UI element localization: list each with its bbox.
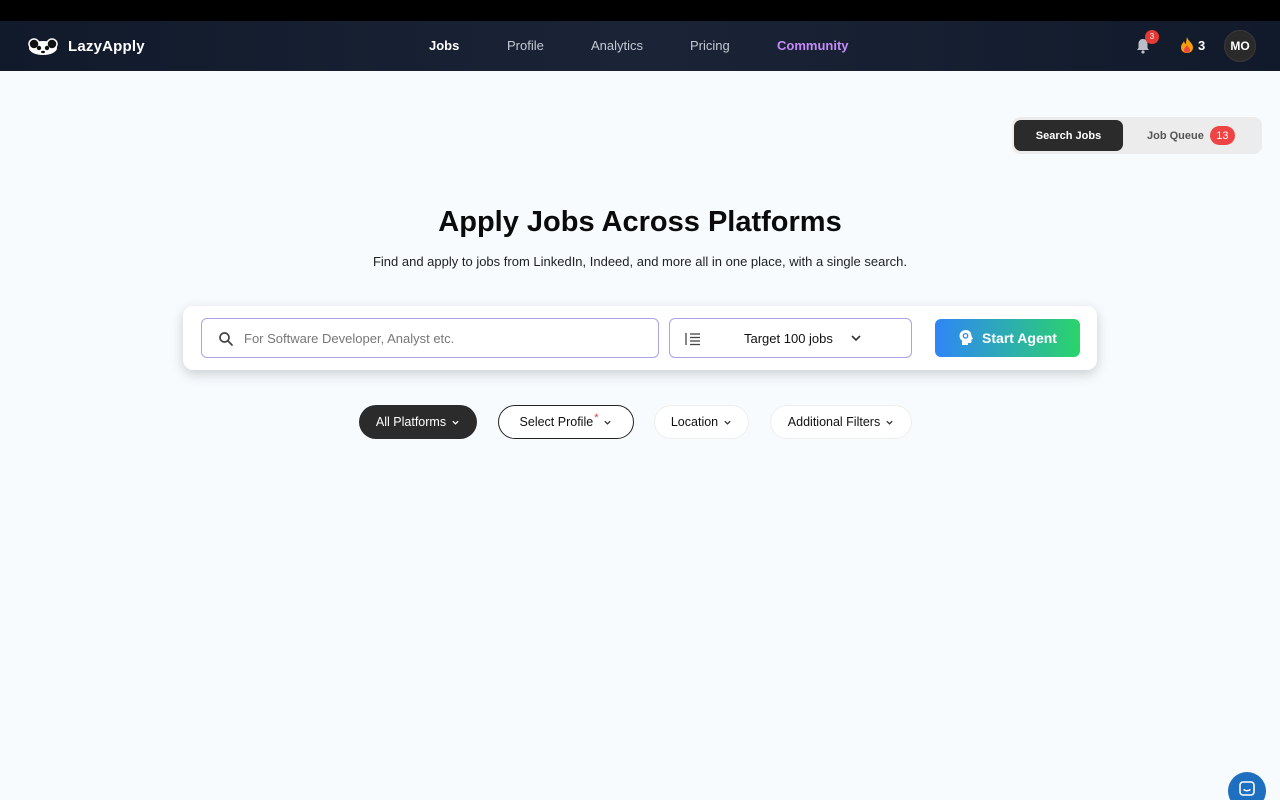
system-top-bar xyxy=(0,0,1280,21)
nav-jobs[interactable]: Jobs xyxy=(429,38,459,53)
start-agent-label: Start Agent xyxy=(982,330,1057,346)
chevron-down-icon xyxy=(724,420,731,425)
search-field xyxy=(201,318,659,358)
chevron-down-icon xyxy=(851,335,861,342)
start-agent-button[interactable]: Start Agent xyxy=(935,319,1080,357)
required-mark: * xyxy=(594,412,599,424)
brain-icon xyxy=(959,330,974,345)
notification-badge: 3 xyxy=(1145,30,1159,44)
list-icon xyxy=(685,333,700,346)
additional-filters[interactable]: Additional Filters xyxy=(770,405,912,439)
chat-support-button[interactable] xyxy=(1228,772,1266,800)
nav-profile[interactable]: Profile xyxy=(507,38,544,53)
nav-analytics[interactable]: Analytics xyxy=(591,38,643,53)
nav-community[interactable]: Community xyxy=(777,38,849,53)
view-toggle: Search Jobs Job Queue 13 xyxy=(1012,117,1262,154)
streak-counter[interactable]: 3 xyxy=(1179,36,1205,54)
search-card: Target 100 jobs Start Agent xyxy=(183,306,1097,370)
job-queue-count-badge: 13 xyxy=(1209,126,1235,145)
chat-icon xyxy=(1239,781,1255,796)
job-queue-label: Job Queue xyxy=(1147,129,1204,142)
page-title: Apply Jobs Across Platforms xyxy=(438,206,842,238)
job-search-input[interactable] xyxy=(244,321,644,355)
platforms-filter-label: All Platforms xyxy=(375,415,447,429)
nav-links: Jobs Profile Analytics Pricing Community xyxy=(0,21,1280,71)
top-navbar: LazyApply Jobs Profile Analytics Pricing… xyxy=(0,21,1280,71)
location-filter[interactable]: Location xyxy=(654,405,749,439)
additional-filters-label: Additional Filters xyxy=(787,415,881,429)
streak-count: 3 xyxy=(1198,37,1206,53)
job-queue-tab[interactable]: Job Queue 13 xyxy=(1137,120,1257,151)
chevron-down-icon xyxy=(452,420,459,425)
chevron-down-icon xyxy=(604,420,612,425)
nav-pricing[interactable]: Pricing xyxy=(690,38,730,53)
profile-filter-label: Select Profile xyxy=(519,415,594,429)
page-subtitle: Find and apply to jobs from LinkedIn, In… xyxy=(372,254,908,269)
platforms-filter[interactable]: All Platforms xyxy=(359,405,477,439)
target-jobs-label: Target 100 jobs xyxy=(744,331,833,346)
search-icon xyxy=(219,332,233,346)
flame-icon xyxy=(1181,37,1193,53)
target-jobs-select[interactable]: Target 100 jobs xyxy=(669,318,912,358)
chevron-down-icon xyxy=(886,420,893,425)
search-jobs-tab[interactable]: Search Jobs xyxy=(1014,120,1123,151)
location-filter-label: Location xyxy=(670,415,719,429)
avatar[interactable]: MO xyxy=(1224,30,1256,62)
profile-filter[interactable]: Select Profile * xyxy=(498,405,634,439)
